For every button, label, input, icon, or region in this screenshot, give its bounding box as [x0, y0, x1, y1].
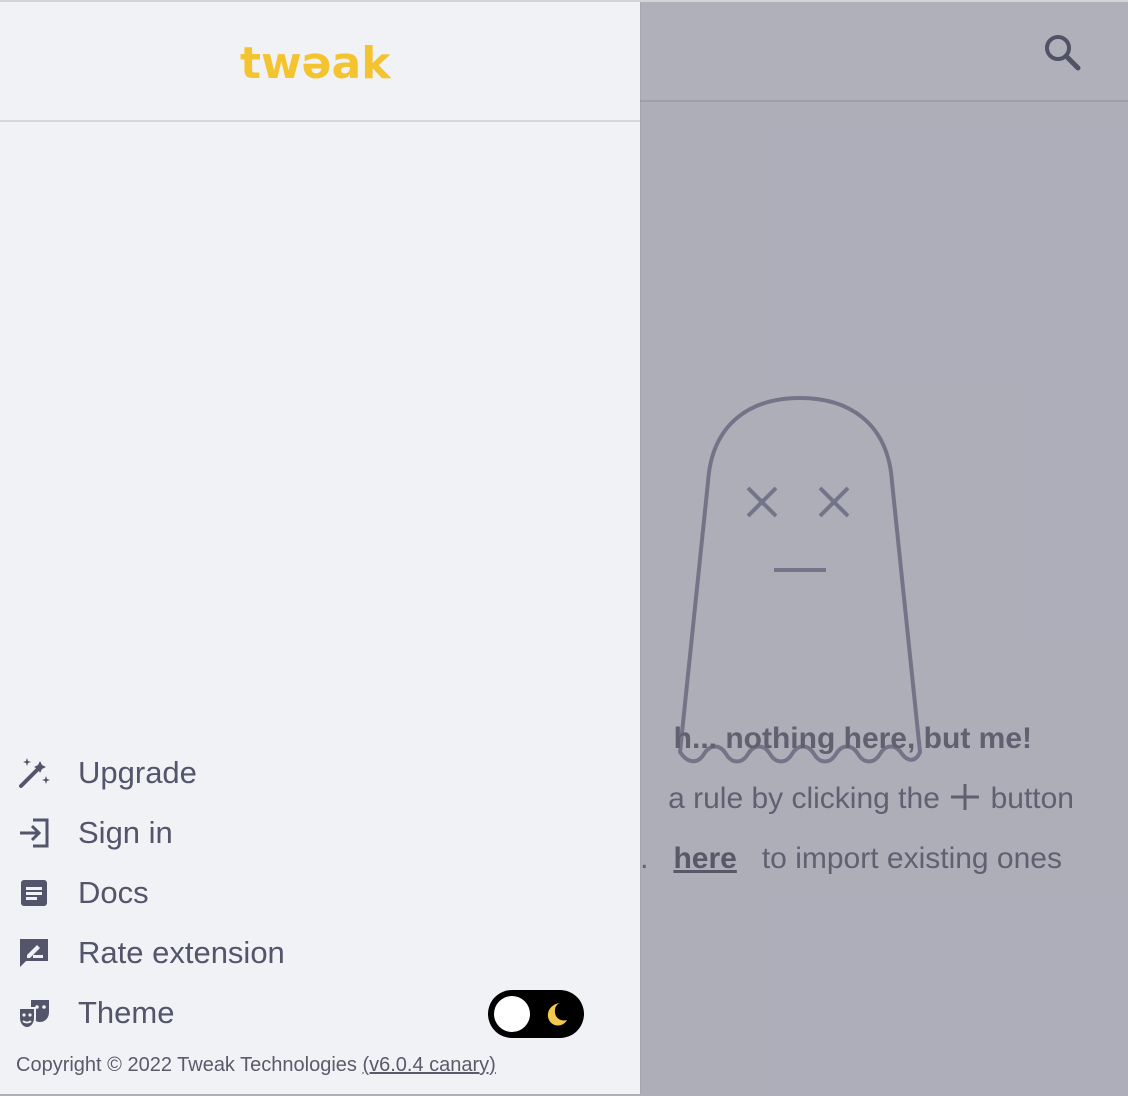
menu-item-rate-extension-label: Rate extension: [78, 935, 285, 970]
menu-item-theme-label: Theme: [78, 995, 175, 1030]
menu-item-docs-label: Docs: [78, 875, 149, 910]
menu-item-upgrade-label: Upgrade: [78, 755, 197, 790]
theme-toggle-knob: [494, 996, 530, 1032]
theme-toggle[interactable]: [488, 990, 584, 1038]
menu-item-sign-in[interactable]: Sign in: [0, 804, 640, 862]
app-window: h... nothing here, but me! a rule by cli…: [0, 0, 1128, 1096]
menu-item-upgrade[interactable]: Upgrade: [0, 744, 640, 802]
tweak-logo: twәak: [240, 38, 392, 88]
navigation-drawer: twәak Upgrade Sign in Docs Rate extensio…: [0, 2, 640, 1094]
copyright-text: Copyright © 2022 Tweak Technologies: [16, 1054, 357, 1076]
moon-icon: [547, 1003, 567, 1026]
rate-review-icon: [16, 935, 52, 971]
menu-item-docs[interactable]: Docs: [0, 864, 640, 922]
copyright-footer: Copyright © 2022 Tweak Technologies (v6.…: [16, 1054, 496, 1077]
document-icon: [16, 875, 52, 911]
magic-wand-icon: [16, 755, 52, 791]
version-link[interactable]: (v6.0.4 canary): [362, 1054, 495, 1076]
theater-masks-icon: [16, 995, 52, 1031]
drawer-header: twәak: [0, 2, 640, 122]
login-icon: [16, 815, 52, 851]
menu-item-rate-extension[interactable]: Rate extension: [0, 924, 640, 982]
menu-item-sign-in-label: Sign in: [78, 815, 173, 850]
svg-text:twәak: twәak: [240, 38, 392, 88]
